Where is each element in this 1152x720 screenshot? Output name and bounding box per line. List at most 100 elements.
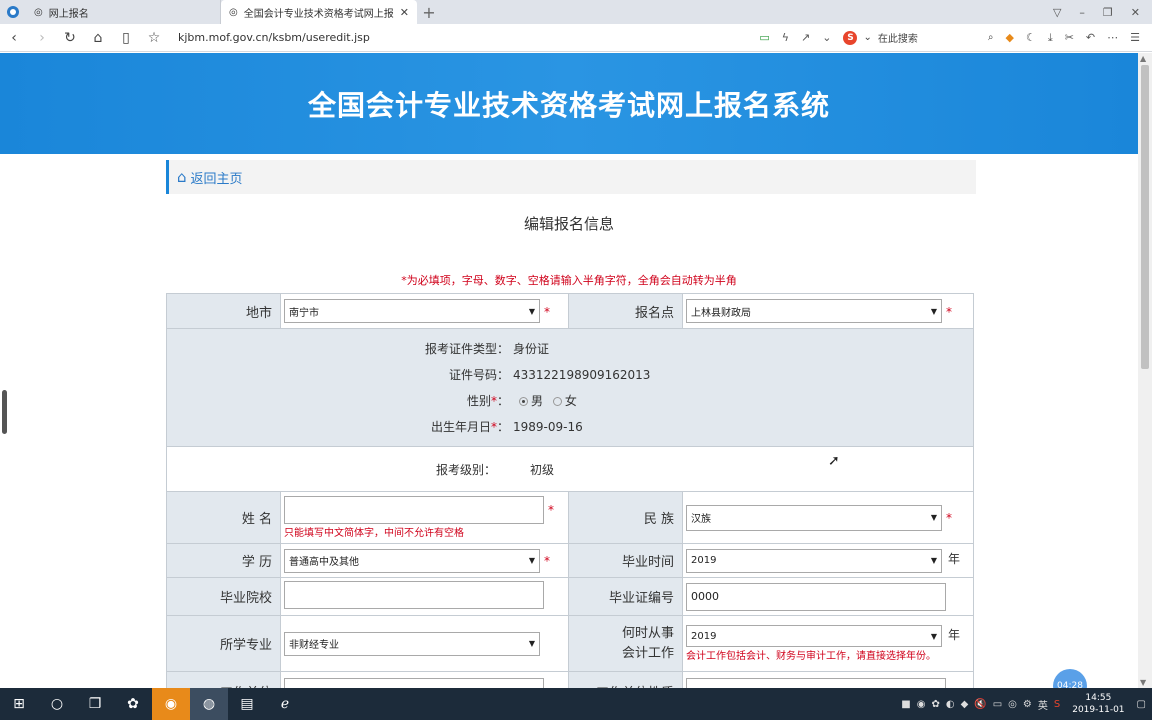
chevron-down-icon: ▼ bbox=[528, 639, 535, 648]
birthdate-value: 1989-09-16 bbox=[513, 419, 583, 434]
gamepad-icon[interactable]: ◆ bbox=[1005, 31, 1013, 44]
more-icon[interactable]: ⋯ bbox=[1107, 31, 1118, 44]
download-icon[interactable]: ⤓ bbox=[1048, 31, 1053, 45]
scissors-icon[interactable]: ✂ bbox=[1065, 31, 1074, 44]
task-view-icon[interactable]: ❐ bbox=[76, 688, 114, 720]
id-type-value: 身份证 bbox=[513, 342, 550, 356]
notification-icon[interactable]: ▢ bbox=[1137, 699, 1146, 710]
required-mark: * bbox=[544, 304, 550, 319]
windows-start-icon[interactable]: ⊞ bbox=[0, 688, 38, 720]
battery-icon[interactable]: ▭ bbox=[993, 699, 1002, 710]
grad-time-select[interactable]: 2019 ▼ bbox=[686, 548, 942, 573]
edge-browser-icon[interactable]: ℯ bbox=[266, 688, 304, 720]
name-label: 姓 名 bbox=[166, 491, 281, 544]
ime-language-indicator[interactable]: 英 bbox=[1038, 697, 1048, 712]
pinwheel-tray-icon[interactable]: ✿ bbox=[931, 699, 939, 710]
required-notice: *为必填项，字母、数字、空格请输入半角字符，全角会自动转为半角 bbox=[401, 274, 737, 287]
work-start-select[interactable]: 2019 ▼ bbox=[686, 625, 942, 647]
forward-icon[interactable]: › bbox=[28, 30, 56, 46]
page-viewport: 全国会计专业技术资格考试网上报名系统 ⌂ 返回主页 编辑报名信息 *为必填项，字… bbox=[0, 53, 1138, 688]
page-title: 编辑报名信息 bbox=[523, 215, 614, 233]
mouse-cursor-icon: ➚ bbox=[828, 453, 840, 469]
favorite-star-icon[interactable]: ☆ bbox=[140, 30, 168, 46]
share-icon[interactable]: ↗ bbox=[801, 31, 810, 44]
ethnicity-select[interactable]: 汉族 ▼ bbox=[686, 504, 942, 531]
scroll-down-icon[interactable]: ▼ bbox=[1140, 678, 1146, 687]
menu-icon[interactable]: ☰ bbox=[1130, 31, 1140, 44]
bookmark-sidebar-icon[interactable]: ▯ bbox=[112, 30, 140, 46]
city-select[interactable]: 南宁市 ▼ bbox=[284, 299, 540, 323]
wechat-tray-icon[interactable]: ◉ bbox=[917, 699, 926, 710]
major-label: 所学专业 bbox=[166, 615, 281, 672]
scroll-up-icon[interactable]: ▲ bbox=[1140, 54, 1146, 63]
lightning-icon[interactable]: ϟ bbox=[782, 31, 789, 44]
volume-muted-icon[interactable]: 🔇 bbox=[974, 699, 986, 710]
minimize-button[interactable]: – bbox=[1079, 6, 1085, 19]
new-tab-button[interactable]: + bbox=[417, 0, 441, 24]
files-app-icon[interactable]: ▤ bbox=[228, 688, 266, 720]
gender-male-radio[interactable] bbox=[519, 397, 528, 406]
identity-info: 报考证件类型： 身份证 证件号码： 433122198909162013 性别*： … bbox=[167, 332, 973, 444]
school-label: 毕业院校 bbox=[166, 577, 281, 616]
search-input[interactable]: 在此搜索 bbox=[878, 30, 918, 45]
shirt-icon[interactable]: ▽ bbox=[1053, 6, 1061, 19]
window-controls: ▽ – ❐ ✕ bbox=[1053, 0, 1152, 24]
night-mode-icon[interactable]: ☾ bbox=[1026, 31, 1036, 44]
tab-accounting-exam[interactable]: ◎ 全国会计专业技术资格考试网上报名 ✕ bbox=[221, 0, 417, 24]
close-window-button[interactable]: ✕ bbox=[1131, 6, 1140, 19]
cert-no-input[interactable]: 0000 bbox=[686, 582, 946, 611]
home-icon[interactable]: ⌂ bbox=[177, 168, 187, 186]
globe-icon: ◎ bbox=[229, 6, 238, 18]
browser-logo-icon[interactable] bbox=[0, 0, 26, 24]
employer-type-input[interactable] bbox=[686, 678, 946, 688]
home-icon[interactable]: ⌂ bbox=[84, 30, 112, 46]
year-unit: 年 bbox=[948, 552, 961, 566]
site-select[interactable]: 上林县财政局 ▼ bbox=[686, 299, 942, 323]
settings-tray-icon[interactable]: ⚙ bbox=[1023, 699, 1032, 710]
search-box[interactable]: S ⌄ 在此搜索 ⌕ bbox=[843, 30, 993, 45]
chevron-down-icon[interactable]: ⌄ bbox=[822, 31, 831, 44]
breadcrumb: ⌂ 返回主页 bbox=[166, 160, 976, 194]
chevron-down-icon: ▼ bbox=[528, 556, 535, 565]
chevron-down-icon: ▼ bbox=[930, 556, 937, 565]
globe-icon: ◎ bbox=[34, 6, 43, 18]
pinwheel-app-icon[interactable]: ✿ bbox=[114, 688, 152, 720]
system-clock[interactable]: 14:55 2019-11-01 bbox=[1072, 692, 1124, 716]
gender-female-radio[interactable] bbox=[552, 397, 562, 406]
search-icon[interactable]: ⌕ bbox=[988, 32, 994, 43]
education-select[interactable]: 普通高中及其他 ▼ bbox=[284, 548, 540, 573]
url-field[interactable]: kjbm.mof.gov.cn/ksbm/useredit.jsp bbox=[178, 31, 370, 44]
close-tab-icon[interactable]: ✕ bbox=[400, 6, 409, 19]
school-input[interactable] bbox=[284, 580, 544, 609]
level-value: 初级 bbox=[530, 462, 555, 477]
employer-input[interactable] bbox=[284, 678, 544, 688]
clock-date: 2019-11-01 bbox=[1072, 705, 1125, 715]
sogou-tray-icon[interactable]: S bbox=[1054, 699, 1060, 710]
id-type-label: 报考证件类型： bbox=[424, 342, 509, 356]
name-input[interactable] bbox=[284, 496, 544, 524]
level-label: 报考级别： bbox=[435, 462, 496, 477]
tray-app-icon[interactable]: ■ bbox=[901, 699, 910, 710]
reader-icon[interactable]: ▭ bbox=[759, 31, 769, 44]
chevron-down-icon: ⌄ bbox=[863, 32, 872, 43]
ime-tray-icon[interactable]: ◎ bbox=[1008, 699, 1017, 710]
tab-online-registration[interactable]: ◎ 网上报名 bbox=[26, 0, 221, 24]
back-icon[interactable]: ‹ bbox=[0, 30, 28, 46]
major-select[interactable]: 非财经专业 ▼ bbox=[284, 631, 540, 656]
required-mark: * bbox=[946, 304, 952, 319]
scroll-thumb[interactable] bbox=[1141, 65, 1149, 369]
side-panel-handle[interactable] bbox=[2, 390, 7, 434]
browser-taskbar-icon[interactable]: ◍ bbox=[190, 688, 228, 720]
security-tray-icon[interactable]: ◐ bbox=[946, 699, 955, 710]
wechat-icon[interactable]: ◉ bbox=[152, 688, 190, 720]
return-home-link[interactable]: 返回主页 bbox=[191, 168, 243, 187]
id-number-label: 证件号码： bbox=[448, 368, 509, 382]
undo-icon[interactable]: ↶ bbox=[1086, 31, 1095, 44]
cortana-search-icon[interactable]: ○ bbox=[38, 688, 76, 720]
page-scrollbar[interactable]: ▲ ▼ bbox=[1138, 53, 1152, 688]
maximize-button[interactable]: ❐ bbox=[1103, 6, 1113, 19]
address-bar: ‹ › ↻ ⌂ ▯ ☆ kjbm.mof.gov.cn/ksbm/useredi… bbox=[0, 24, 1152, 52]
network-tray-icon[interactable]: ◆ bbox=[961, 699, 969, 710]
refresh-icon[interactable]: ↻ bbox=[56, 30, 84, 46]
browser-tab-bar: ◎ 网上报名 ◎ 全国会计专业技术资格考试网上报名 ✕ + ▽ – ❐ ✕ bbox=[0, 0, 1152, 24]
